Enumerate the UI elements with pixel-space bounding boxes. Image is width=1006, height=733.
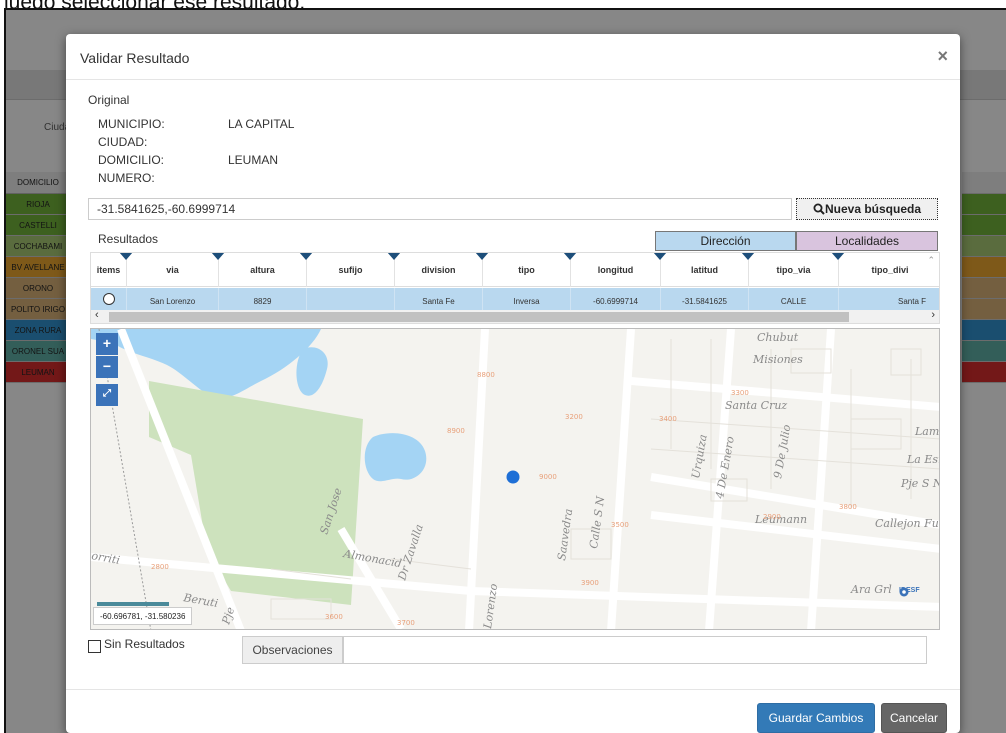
street-number: 3400	[659, 415, 677, 423]
scrollbar-thumb[interactable]	[109, 312, 849, 322]
scroll-left-arrow[interactable]: ‹	[95, 309, 99, 321]
municipio-value: LA CAPITAL	[228, 117, 295, 131]
domicilio-label: DOMICILIO:	[98, 153, 165, 167]
cell-via: San Lorenzo	[127, 288, 219, 310]
scale-bar	[97, 602, 169, 606]
mouse-coordinates: -60.696781, -31.580236	[93, 607, 193, 625]
cell-latitud: -31.5841625	[661, 288, 749, 310]
cancelar-button[interactable]: Cancelar	[881, 703, 947, 733]
numero-label: NUMERO:	[98, 171, 155, 185]
idesf-logo-icon	[899, 587, 909, 597]
street-label: Pje S N	[900, 477, 940, 490]
municipio-label: MUNICIPIO:	[98, 117, 165, 131]
street-label: 9 De Julio	[771, 423, 793, 479]
column-header-via[interactable]: via	[127, 253, 225, 287]
street-number: 2900	[763, 513, 781, 521]
fullscreen-button[interactable]: ⤢	[96, 384, 118, 406]
street-label: Dr Zavalla	[395, 523, 426, 583]
row-radio[interactable]	[102, 292, 115, 305]
street-label: orriti	[91, 549, 121, 567]
street-number: 2800	[151, 563, 169, 571]
street-number: 3600	[325, 613, 343, 621]
street-label: Santa Cruz	[725, 399, 787, 412]
zoom-in-button[interactable]: +	[96, 333, 118, 355]
map-attribution[interactable]: IDESF	[899, 587, 920, 597]
street-label: Calle S N	[587, 495, 607, 549]
column-header-longitud[interactable]: longitud	[571, 253, 667, 287]
street-number: 3700	[397, 619, 415, 627]
nueva-busqueda-label: Nueva búsqueda	[824, 202, 922, 216]
cell-tipo-via: CALLE	[749, 288, 839, 310]
close-icon[interactable]: ×	[937, 46, 948, 67]
modal-title: Validar Resultado	[80, 50, 190, 66]
street-number: 3200	[565, 413, 583, 421]
cell-longitud: -60.6999714	[571, 288, 661, 310]
street-number: 3500	[611, 521, 629, 529]
street-number: 8800	[477, 371, 495, 379]
column-header-altura[interactable]: altura	[219, 253, 313, 287]
street-label: La Esm	[906, 453, 940, 466]
tab-direccion[interactable]: Dirección	[655, 231, 796, 251]
guardar-cambios-button[interactable]: Guardar Cambios	[757, 703, 875, 733]
street-label: Misiones	[752, 353, 803, 366]
ciudad-label: CIUDAD:	[98, 135, 148, 149]
modal-footer-divider	[66, 689, 960, 690]
validar-resultado-modal: Validar Resultado × Original MUNICIPIO: …	[66, 34, 960, 733]
tab-localidades[interactable]: Localidades	[796, 231, 938, 251]
street-label: Lam	[914, 425, 939, 438]
results-grid-header: items via altura sufijo division tipo lo…	[91, 253, 939, 287]
horizontal-scrollbar[interactable]: ‹ ›	[91, 309, 939, 323]
zoom-out-button[interactable]: −	[96, 356, 118, 378]
cell-tipo: Inversa	[483, 288, 571, 310]
map-canvas[interactable]: Chubut Misiones Santa Cruz Urquiza 4 De …	[91, 329, 940, 630]
domicilio-value: LEUMAN	[228, 153, 279, 167]
column-header-tipo[interactable]: tipo	[483, 253, 577, 287]
street-label: Ara Grl	[850, 583, 892, 596]
observaciones-label: Observaciones	[242, 636, 343, 664]
cell-tipo-divi: Santa F	[839, 288, 939, 310]
street-number: 3900	[581, 579, 599, 587]
column-header-tipo-divi[interactable]: tipo_divi	[839, 253, 939, 287]
sin-resultados-checkbox[interactable]	[88, 640, 101, 653]
scroll-up-arrow[interactable]: ⌃	[927, 255, 935, 266]
column-header-tipo-via[interactable]: tipo_via	[749, 253, 845, 287]
cell-sufijo	[307, 288, 395, 310]
search-input[interactable]	[88, 198, 792, 220]
cell-division: Santa Fe	[395, 288, 483, 310]
column-header-division[interactable]: division	[395, 253, 489, 287]
modal-header: Validar Resultado ×	[66, 34, 960, 80]
column-header-items[interactable]: items	[91, 253, 133, 287]
street-number: 9000	[539, 473, 557, 481]
location-marker[interactable]	[506, 470, 520, 484]
original-heading: Original	[88, 93, 130, 107]
zoom-controls: + − ⤢	[96, 333, 118, 407]
nueva-busqueda-button[interactable]: Nueva búsqueda	[796, 198, 938, 220]
street-number: 3800	[839, 503, 857, 511]
street-label: Saavedra	[555, 508, 575, 562]
sin-resultados-label: Sin Resultados	[104, 637, 185, 651]
street-label: Urquiza	[689, 433, 710, 479]
street-number: 8900	[447, 427, 465, 435]
search-icon	[813, 203, 825, 215]
row-radio-cell[interactable]	[91, 288, 127, 310]
street-label: Callejon Fu	[875, 517, 939, 530]
column-header-latitud[interactable]: latitud	[661, 253, 755, 287]
cell-altura: 8829	[219, 288, 307, 310]
table-row[interactable]: San Lorenzo 8829 Santa Fe Inversa -60.69…	[91, 288, 939, 310]
scroll-right-arrow[interactable]: ›	[931, 309, 935, 321]
column-header-sufijo[interactable]: sufijo	[307, 253, 401, 287]
resultados-heading: Resultados	[98, 232, 159, 246]
street-label: Chubut	[757, 331, 799, 344]
map-view[interactable]: Chubut Misiones Santa Cruz Urquiza 4 De …	[90, 328, 940, 630]
results-grid: items via altura sufijo division tipo lo…	[90, 252, 940, 324]
observaciones-input[interactable]	[343, 636, 927, 664]
street-number: 3300	[731, 389, 749, 397]
